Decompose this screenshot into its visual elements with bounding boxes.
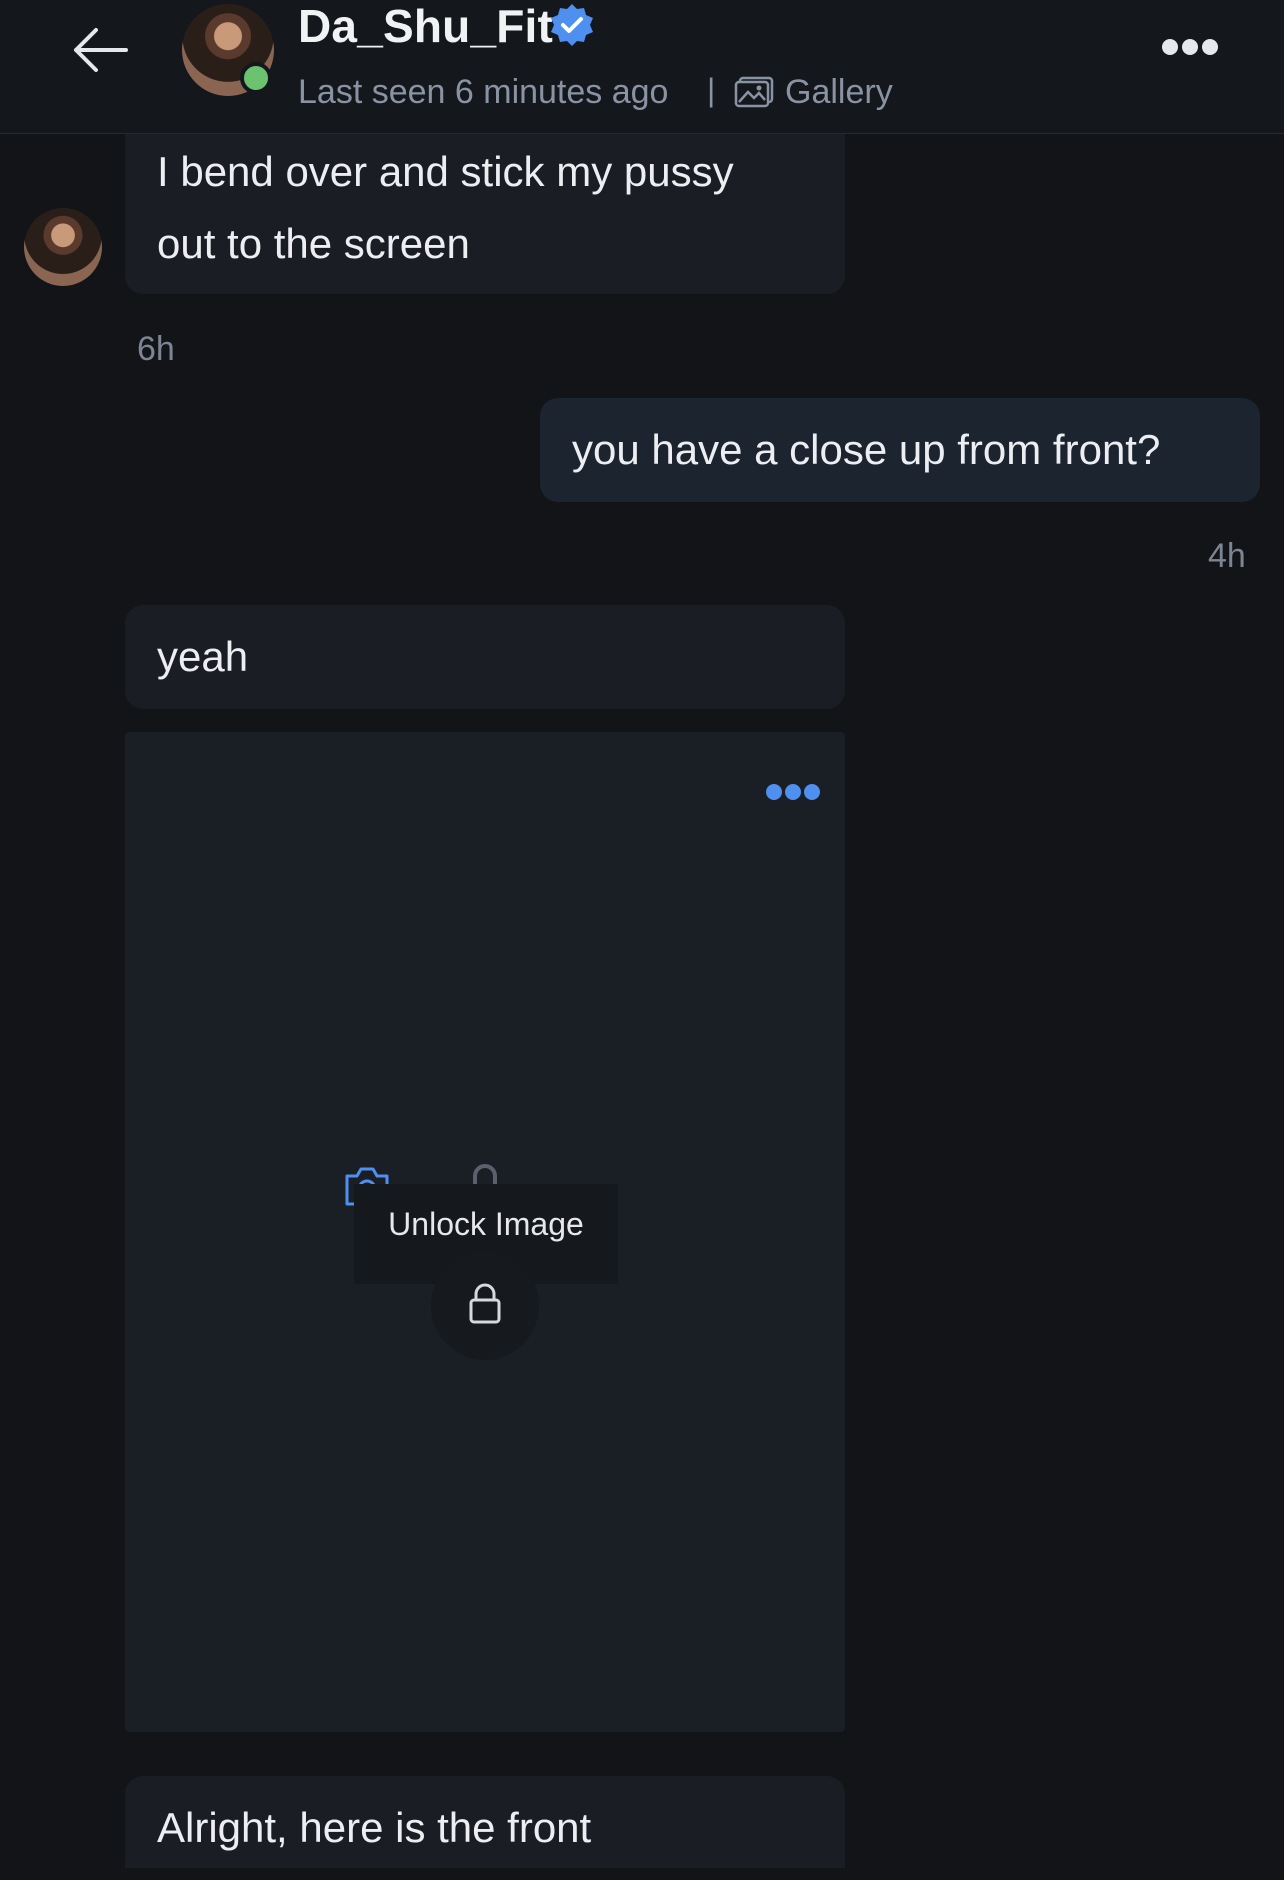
message-text: I bend over and stick my pussy <box>157 148 734 195</box>
online-indicator <box>240 62 272 94</box>
message-text: yeah <box>157 633 249 680</box>
lock-icon <box>469 1283 501 1324</box>
message-bubble-incoming[interactable]: Alright, here is the front <box>125 1776 845 1868</box>
last-seen-status: Last seen 6 minutes ago <box>298 73 669 111</box>
more-options-icon[interactable] <box>1160 36 1220 58</box>
unlock-image-label: Unlock Image <box>388 1206 584 1242</box>
chat-header: Da_Shu_Fit Last seen 6 minutes ago | Gal… <box>0 0 1284 134</box>
message-bubble-incoming[interactable]: I bend over and stick my pussy out to th… <box>125 134 845 294</box>
locked-media-card[interactable]: Unlock Image <box>125 732 845 1732</box>
message-timestamp: 6h <box>137 330 175 368</box>
sender-avatar[interactable] <box>24 208 102 286</box>
message-text: out to the screen <box>157 220 470 267</box>
verified-badge-icon <box>551 4 593 46</box>
media-options-icon[interactable] <box>765 782 821 802</box>
message-bubble-outgoing[interactable]: you have a close up from front? <box>540 398 1260 502</box>
message-text: Alright, here is the front <box>157 1804 592 1851</box>
unlock-button[interactable] <box>431 1252 539 1360</box>
back-arrow-icon[interactable] <box>68 20 132 80</box>
message-text: you have a close up from front? <box>572 426 1161 473</box>
gallery-link[interactable]: Gallery <box>785 70 893 114</box>
contact-name[interactable]: Da_Shu_Fit <box>298 0 553 52</box>
message-bubble-incoming[interactable]: yeah <box>125 605 845 709</box>
lock-shackle-icon <box>473 1164 497 1184</box>
gallery-icon[interactable] <box>734 76 774 108</box>
message-timestamp: 4h <box>1208 537 1246 575</box>
separator: | <box>707 72 716 108</box>
